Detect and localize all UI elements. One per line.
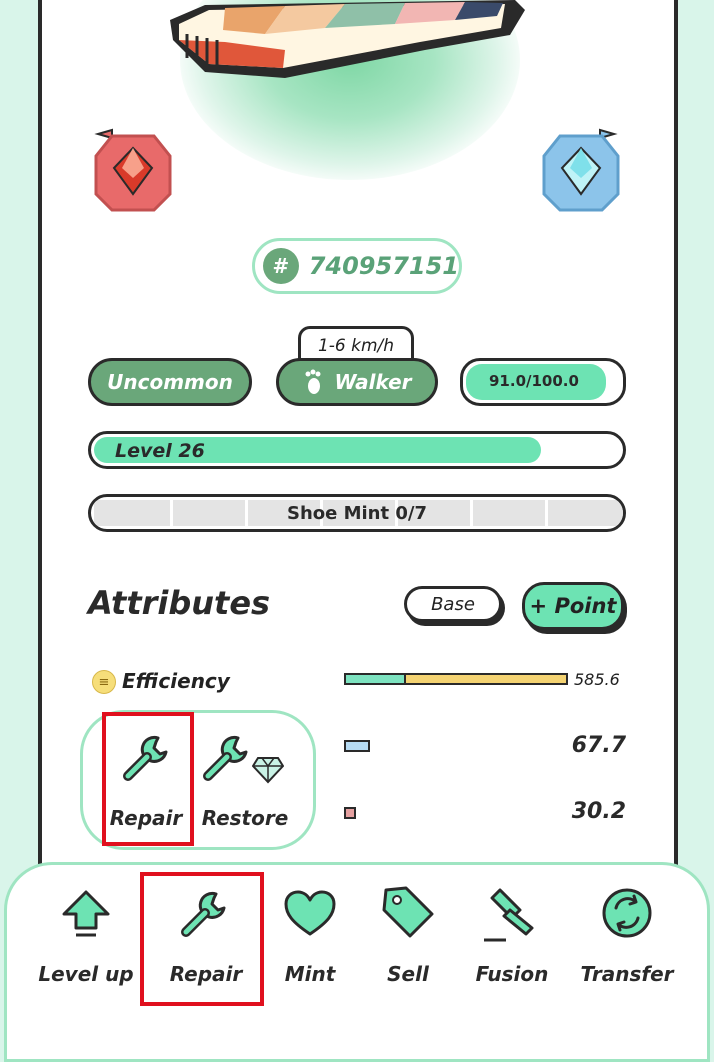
nav-transfer[interactable]: Transfer	[567, 962, 687, 986]
tag-icon[interactable]	[380, 884, 436, 940]
hammer-icon[interactable]	[480, 884, 540, 944]
level-bar: Level 26	[88, 431, 626, 469]
shoe-mint-label: Shoe Mint 0/7	[286, 503, 427, 524]
efficiency-label: Efficiency	[122, 669, 230, 693]
speed-range-tab: 1-6 km/h	[298, 326, 414, 362]
nav-fusion[interactable]: Fusion	[452, 962, 572, 986]
efficiency-value: 585.6	[574, 670, 620, 689]
attribute-value-3: 30.2	[571, 799, 626, 824]
diamond-icon	[252, 757, 284, 784]
sneaker-image	[170, 0, 525, 78]
type-badge: Walker	[276, 358, 438, 406]
efficiency-icon: ≡	[92, 670, 116, 694]
arrow-up-icon[interactable]	[60, 888, 112, 940]
attribute-bar-2	[344, 740, 370, 752]
restore-wrench-icon[interactable]	[200, 732, 252, 784]
popup-restore-label[interactable]: Restore	[198, 806, 292, 830]
level-label: Level 26	[115, 440, 205, 462]
red-gem-socket[interactable]	[92, 128, 174, 214]
base-button[interactable]: Base	[404, 586, 502, 622]
shoe-mint-bar: Shoe Mint 0/7	[88, 494, 626, 532]
attributes-title: Attributes	[88, 584, 271, 622]
highlight-box-nav-repair	[140, 872, 264, 1006]
durability-label: 91.0/100.0	[489, 372, 579, 390]
blue-gem-socket[interactable]	[540, 128, 622, 214]
token-id-pill: # 740957151	[252, 238, 462, 294]
durability-bar: 91.0/100.0	[460, 358, 626, 406]
rarity-badge: Uncommon	[88, 358, 252, 406]
efficiency-bar	[344, 673, 568, 685]
nav-level-up[interactable]: Level up	[26, 962, 146, 986]
hash-badge: #	[263, 248, 299, 284]
attribute-value-2: 67.7	[571, 733, 626, 758]
point-button[interactable]: + Point	[522, 582, 624, 630]
heart-icon[interactable]	[282, 888, 338, 940]
nav-sell[interactable]: Sell	[348, 962, 468, 986]
attribute-bar-3	[344, 807, 356, 819]
highlight-box-popup-repair	[102, 712, 194, 846]
swap-icon[interactable]	[600, 886, 654, 940]
token-id: 740957151	[308, 252, 459, 280]
type-label: Walker	[334, 370, 412, 394]
footprint-icon	[305, 369, 321, 394]
